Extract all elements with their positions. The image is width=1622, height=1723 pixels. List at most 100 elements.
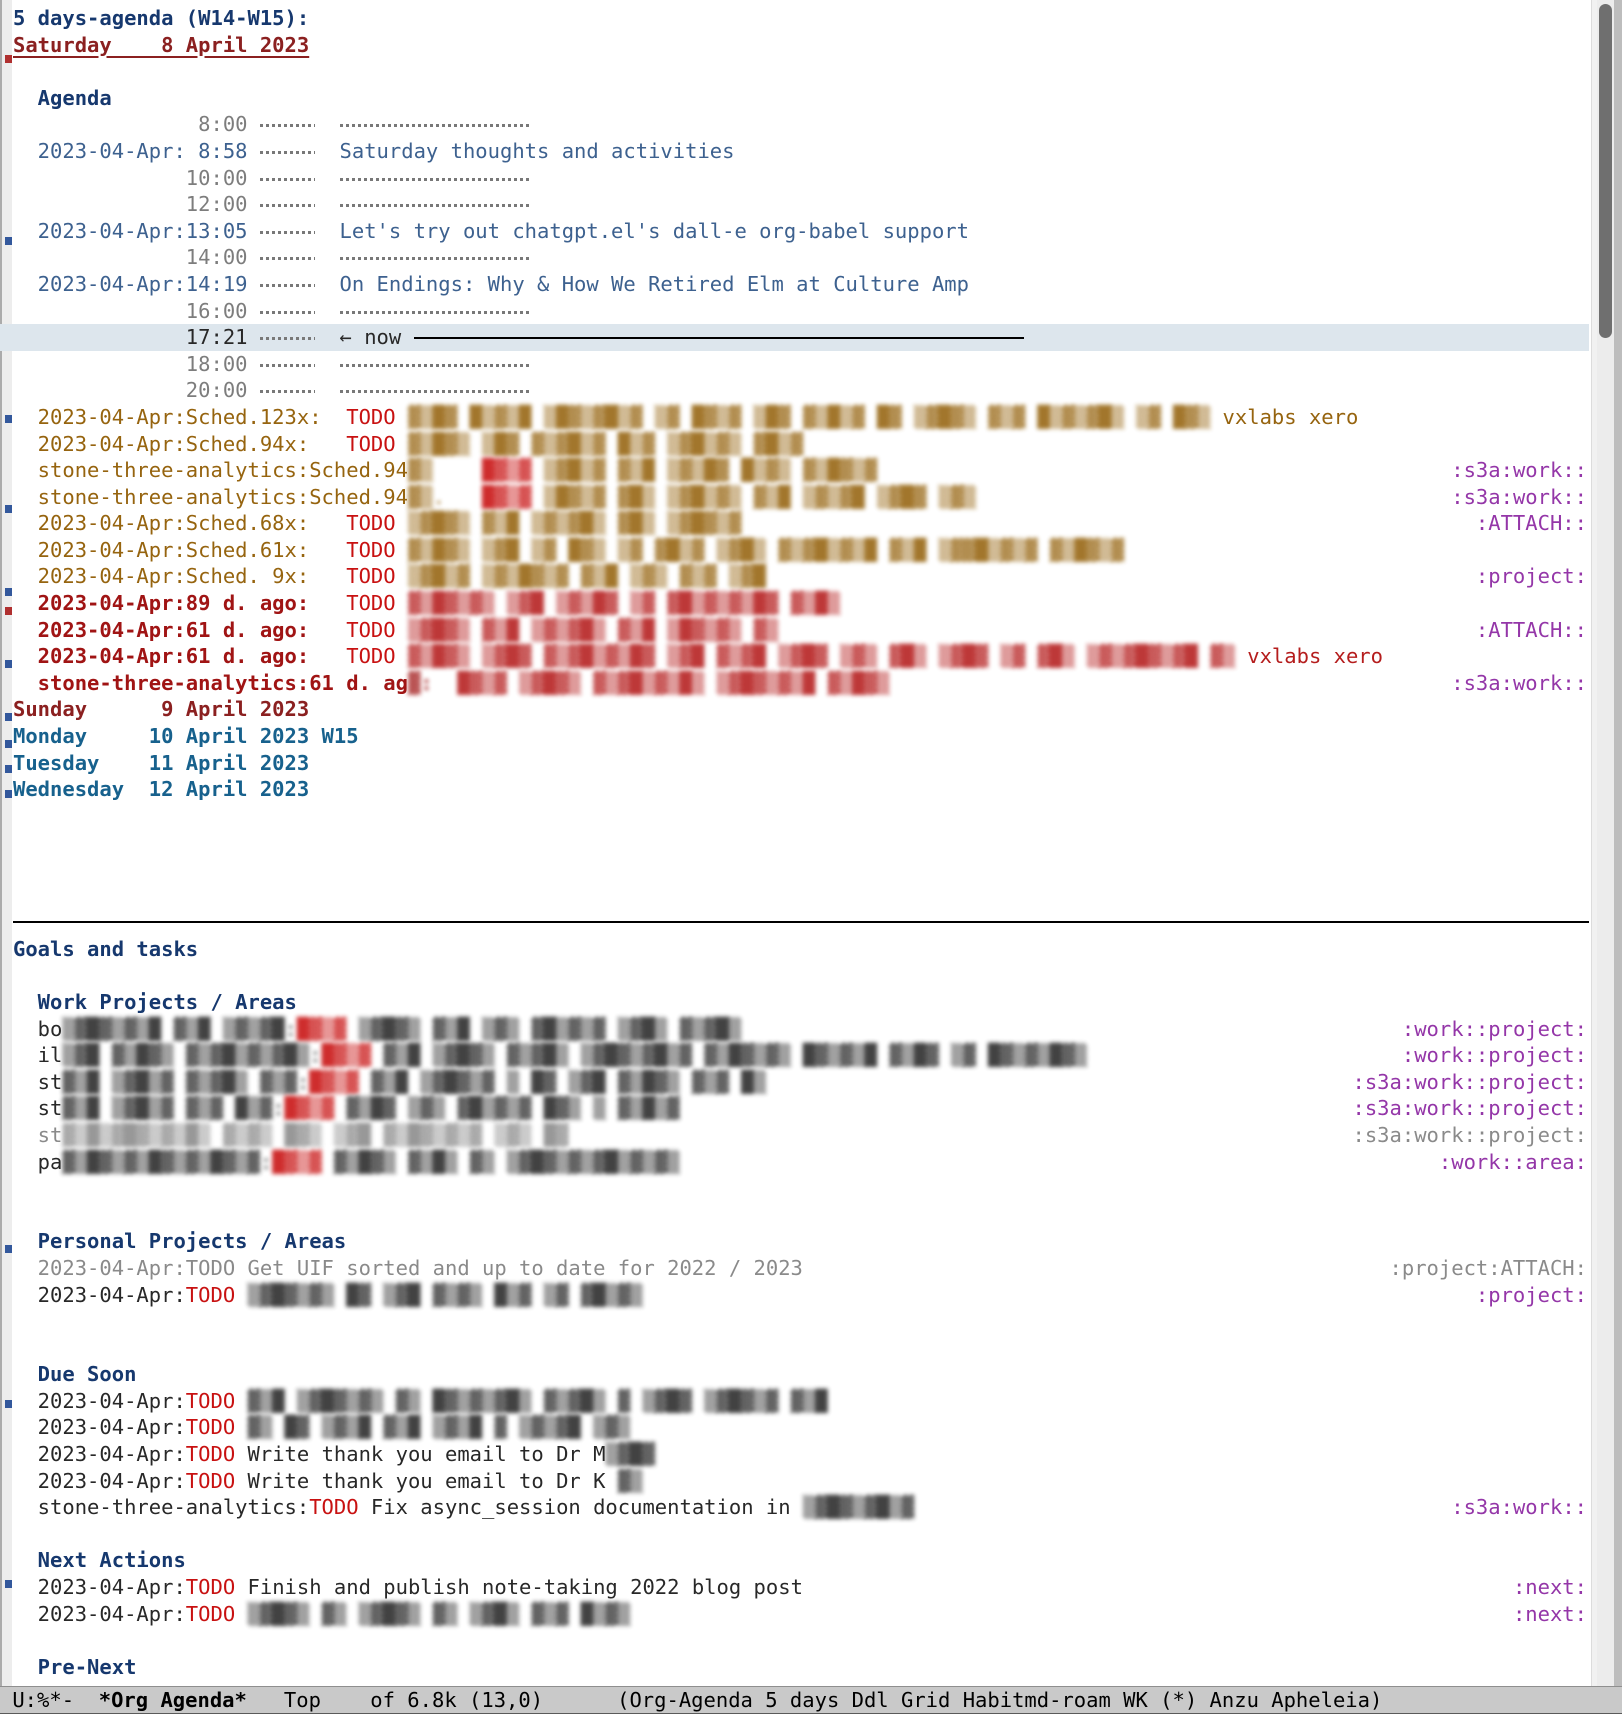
scheduled-todo-line[interactable]: 2023-04-Apr:Sched.68x: TODO ▒▓█▓▒ ▓▒█ ▒▓… [13, 510, 1589, 537]
blank-line [13, 803, 1589, 830]
section-header-due-soon[interactable]: Due Soon [13, 1361, 1589, 1388]
org-tag[interactable]: :s3a:work::project: [1353, 1122, 1588, 1149]
org-tag[interactable]: :project: [1476, 1282, 1587, 1309]
section-header-goals[interactable]: Goals and tasks [13, 936, 1589, 963]
scheduled-todo-line[interactable]: stone-three-analytics:Sched.94▓▒ █▓▒▓ ▒▓… [13, 457, 1589, 484]
todo-line[interactable]: 2023-04-Apr:TODO Write thank you email t… [13, 1468, 1589, 1495]
org-tag[interactable]: :work::project: [1402, 1016, 1587, 1043]
text-span: ▓▒█▓▒▓▒ ▒▓█ ▒▓▒█▓ ▒▓ ▓█▒▓▒▓▒█▓ ▓▒█▒ [408, 591, 840, 615]
todo-line[interactable]: il▒▓█ ▓▒█▓▒ ▓▒▓█▒▓▒▓█▒:█▓▒▓ ▓▒█ ▒▓█▓▒ ▓▒… [13, 1042, 1589, 1069]
todo-line[interactable]: 2023-04-Apr:TODO ▓▒█ ▒▓█▓▒▓▒ ▓▒ █▓▒▓▒▓█▒… [13, 1388, 1589, 1415]
time-grid-line[interactable]: 16:00 [13, 298, 1589, 325]
text-span [315, 192, 340, 216]
scheduled-todo-line[interactable]: 2023-04-Apr:Sched.123x: TODO ▓▒█▓ █▒▓▒█ … [13, 404, 1589, 431]
todo-line[interactable]: st▓▒█ ▒▓█▒▓ ▓▒▓ █▒▓:█▓▒▓ ▓▒█▓ ▒▓▒ ▓█▒▓▒▓… [13, 1095, 1589, 1122]
org-tag[interactable]: :s3a:work:: [1451, 484, 1587, 511]
scheduled-todo-line[interactable]: 2023-04-Apr:Sched.61x: TODO ▓▒█▓▒ ▒▓█ ▒▓… [13, 537, 1589, 564]
text-span: 17:21 [13, 325, 260, 349]
buffer-name[interactable]: *Org Agenda* [99, 1688, 247, 1712]
org-tag[interactable]: :s3a:work::project: [1353, 1095, 1588, 1122]
section-header-agenda[interactable]: Agenda [13, 85, 1589, 112]
text-span: il [13, 1043, 62, 1067]
agenda-date-header-wednesday[interactable]: Wednesday 12 April 2023 [13, 776, 1589, 803]
text-span: Personal Projects / Areas [13, 1229, 346, 1253]
agenda-event-line[interactable]: 2023-04-Apr: 8:58 Saturday thoughts and … [13, 138, 1589, 165]
agenda-date-header-saturday[interactable]: Saturday 8 April 2023 [13, 32, 1589, 59]
scheduled-todo-line[interactable]: 2023-04-Apr:Sched. 9x: TODO ▒▓█▒▓ ▒▓▒█▓▒… [13, 563, 1589, 590]
text-span: █▓▒▓ [285, 1096, 334, 1120]
time-grid-dots [340, 257, 530, 260]
scrollbar-thumb[interactable] [1599, 4, 1612, 338]
text-span: 18:00 [13, 352, 260, 376]
todo-line[interactable]: st▓▒█ ▒▓█▒▓ ▓▒▓█▒ ▓▒▓:█▓▒▓ ▓▒█ ▒▓█▓▒▓ ▒ … [13, 1069, 1589, 1096]
org-tag[interactable]: :s3a:work:: [1451, 1494, 1587, 1521]
todo-line[interactable]: pa▓▒█▓▒▓▒█▓▒▓▒█▓▒▓:█▓▒▓ ▓▒█▓▒ ▓▒█▒ ▓▒ ▒▓… [13, 1149, 1589, 1176]
text-span [315, 378, 340, 402]
section-header-pre-next[interactable]: Pre-Next [13, 1654, 1589, 1681]
org-tag[interactable]: :next: [1513, 1601, 1587, 1628]
emacs-modeline[interactable]: U:%*- *Org Agenda* Top of 6.8k (13,0) (O… [0, 1686, 1622, 1714]
text-span: ▓▒ [408, 458, 445, 482]
scrollbar-rail[interactable] [1591, 0, 1622, 1686]
agenda-event-line[interactable]: 2023-04-Apr:13:05 Let's try out chatgpt.… [13, 218, 1589, 245]
todo-line[interactable]: stone-three-analytics:TODO Fix async_ses… [13, 1494, 1589, 1521]
text-span [315, 139, 340, 163]
blank-line [13, 829, 1589, 856]
todo-line[interactable]: 2023-04-Apr:TODO Get UIF sorted and up t… [13, 1255, 1589, 1282]
section-header-next-actions[interactable]: Next Actions [13, 1547, 1589, 1574]
time-grid-line[interactable]: 12:00 [13, 191, 1589, 218]
org-tag[interactable]: :project:ATTACH: [1390, 1255, 1587, 1282]
org-tag[interactable]: :s3a:work::project: [1353, 1069, 1588, 1096]
section-header-personal-projects[interactable]: Personal Projects / Areas [13, 1228, 1589, 1255]
org-tag[interactable]: :ATTACH:: [1476, 617, 1587, 644]
agenda-date-header-monday[interactable]: Monday 10 April 2023 W15 [13, 723, 1589, 750]
text-span: 10:00 [13, 166, 260, 190]
org-tag[interactable]: :ATTACH:: [1476, 510, 1587, 537]
todo-line[interactable]: bo▒▓█▓▒▓▒█ ▓▒█ ▒▓▒▓█:█▓▒▓ ▒▓█▓▒ ▓▒█ ▒▓▒ … [13, 1016, 1589, 1043]
overdue-todo-line[interactable]: 2023-04-Apr:61 d. ago: TODO ▓▒█▓▒ ▒▓█▓ ▓… [13, 643, 1589, 670]
text-span: 2023-04-Apr: [13, 1415, 186, 1439]
text-span: 2023-04-Apr:Sched.123x: [13, 405, 322, 429]
todo-line[interactable]: 2023-04-Apr:TODO ▒▓█▓▒▓▒ █▓ ▒▓█ ▓▒▓▒ █▒▓… [13, 1282, 1589, 1309]
todo-line[interactable]: 2023-04-Apr:TODO Finish and publish note… [13, 1574, 1589, 1601]
todo-line[interactable]: 2023-04-Apr:TODO Write thank you email t… [13, 1441, 1589, 1468]
todo-line[interactable]: 2023-04-Apr:TODO ▒▓█▓▒ ▓▒ ▒▓█▓▒ ▓▒ ▒▓█▒ … [13, 1601, 1589, 1628]
text-span: TODO [346, 511, 395, 535]
agenda-date-header-sunday[interactable]: Sunday 9 April 2023 [13, 696, 1589, 723]
fringe-indicator [5, 237, 12, 245]
org-tag[interactable]: :work::area: [1439, 1149, 1587, 1176]
text-span: Goals and tasks [13, 937, 198, 961]
modeline-text[interactable]: (Org-Agenda 5 days Ddl Grid Habitmd-roam… [617, 1688, 1382, 1712]
org-tag[interactable]: :s3a:work:: [1451, 670, 1587, 697]
scheduled-todo-line[interactable]: 2023-04-Apr:Sched.94x: TODO ▓▒█▓▒ ▒█▓ ▓▒… [13, 431, 1589, 458]
org-tag[interactable]: :project: [1476, 563, 1587, 590]
modeline-text[interactable]: Top of 6.8k (13,0) [247, 1688, 617, 1712]
fringe-indicator [5, 1245, 12, 1253]
text-span: 2023-04-Apr: [13, 1469, 186, 1493]
overdue-todo-line[interactable]: 2023-04-Apr:89 d. ago: TODO ▓▒█▓▒▓▒ ▒▓█ … [13, 590, 1589, 617]
time-grid-line[interactable]: 14:00 [13, 244, 1589, 271]
org-tag[interactable]: :next: [1513, 1574, 1587, 1601]
section-header-work-projects[interactable]: Work Projects / Areas [13, 989, 1589, 1016]
text-span [322, 538, 347, 562]
time-grid-line[interactable]: 18:00 [13, 351, 1589, 378]
org-tag[interactable]: :s3a:work:: [1451, 457, 1587, 484]
todo-line[interactable]: st▓▒█▒▓█▓▒▓▒█▒ ▓▒▓▒ █▓▒ ▒▓█ ▓▒█▓▒▓▒▓ ▒▓▒… [13, 1122, 1589, 1149]
scheduled-todo-line[interactable]: stone-three-analytics:Sched.94▓▒. █▓▒▓ ▒… [13, 484, 1589, 511]
time-grid-line[interactable]: 8:00 [13, 111, 1589, 138]
overdue-todo-line[interactable]: stone-three-analytics:61 d. ag▓: █▓▒▓ ▒▓… [13, 670, 1589, 697]
agenda-event-line[interactable]: 2023-04-Apr:14:19 On Endings: Why & How … [13, 271, 1589, 298]
time-grid-line[interactable]: 10:00 [13, 165, 1589, 192]
todo-line[interactable]: 2023-04-Apr:TODO ▓▒ █▓ ▒▓▒█ ▓▒█ ▒▓▒█ ▓ ▒… [13, 1414, 1589, 1441]
blank-line [13, 962, 1589, 989]
modeline-text[interactable]: U:%*- [0, 1688, 99, 1712]
blank-line [13, 856, 1589, 883]
org-tag[interactable]: :work::project: [1402, 1042, 1587, 1069]
buffer-title[interactable]: 5 days-agenda (W14-W15): [13, 5, 1589, 32]
now-indicator-line[interactable]: 17:21 ← now [13, 324, 1589, 351]
text-span: TODO [186, 1415, 235, 1439]
agenda-date-header-tuesday[interactable]: Tuesday 11 April 2023 [13, 750, 1589, 777]
time-grid-line[interactable]: 20:00 [13, 377, 1589, 404]
text-span [531, 458, 543, 482]
overdue-todo-line[interactable]: 2023-04-Apr:61 d. ago: TODO ▒▓█▓▒ ▓▒█ ▒▓… [13, 617, 1589, 644]
